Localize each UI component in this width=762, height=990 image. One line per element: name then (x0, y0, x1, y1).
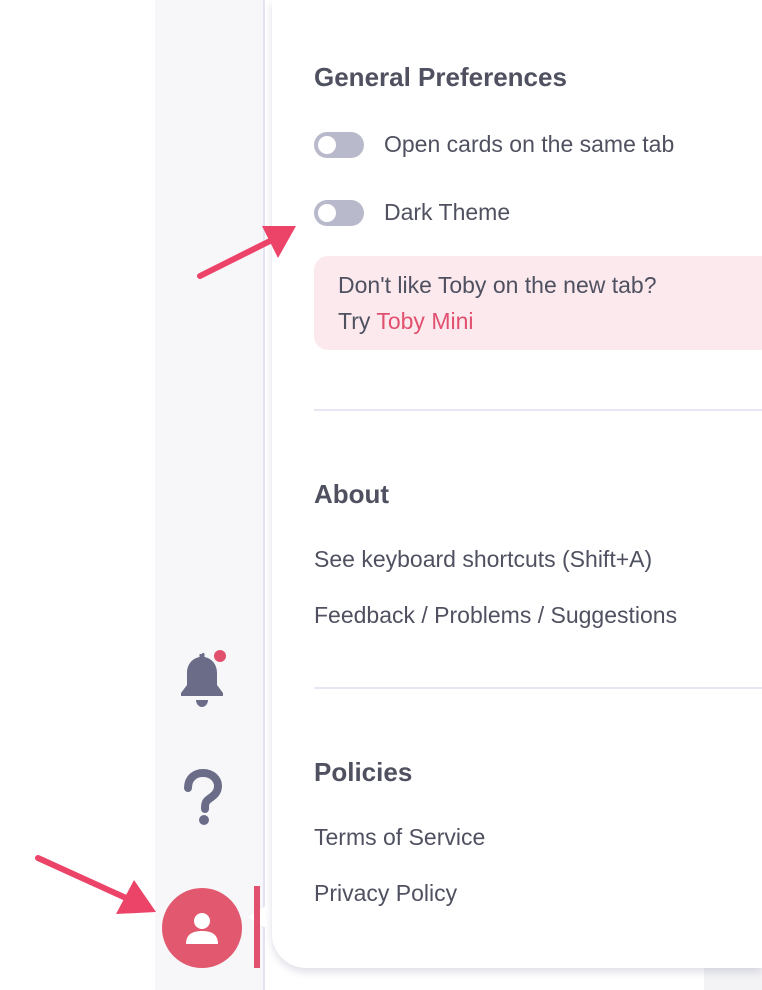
help-button[interactable] (178, 768, 228, 828)
terms-of-service-link[interactable]: Terms of Service (314, 824, 485, 851)
annotation-arrow-icon (35, 855, 156, 914)
privacy-policy-link[interactable]: Privacy Policy (314, 880, 457, 907)
divider (314, 687, 762, 689)
open-cards-label: Open cards on the same tab (384, 131, 675, 157)
toby-mini-callout: Don't like Toby on the new tab? Try Toby… (314, 256, 762, 350)
open-cards-setting: Open cards on the same tab (314, 131, 674, 158)
policies-heading: Policies (314, 757, 413, 787)
annotation-arrow-icon (197, 226, 296, 279)
general-preferences-heading: General Preferences (314, 62, 567, 92)
toggle-knob (318, 135, 336, 154)
sidebar (155, 0, 265, 990)
callout-try-text: Try (338, 308, 371, 334)
toby-mini-link[interactable]: Toby Mini (376, 308, 473, 334)
toggle-knob (318, 203, 336, 222)
panel-pointer (248, 901, 274, 933)
bell-icon (181, 650, 226, 707)
user-icon (186, 913, 218, 944)
dark-theme-label: Dark Theme (384, 199, 511, 225)
dark-theme-setting: Dark Theme (314, 199, 510, 226)
divider (314, 409, 762, 411)
active-indicator (254, 886, 260, 968)
notification-dot (214, 650, 226, 662)
open-cards-toggle[interactable] (314, 131, 364, 158)
callout-try-line: Try Toby Mini (338, 308, 474, 335)
dark-theme-toggle[interactable] (314, 199, 364, 226)
profile-button[interactable] (162, 888, 242, 968)
about-heading: About (314, 479, 390, 509)
notifications-button[interactable] (174, 648, 234, 710)
callout-text: Don't like Toby on the new tab? (338, 272, 657, 298)
question-mark-icon (184, 768, 223, 825)
feedback-link[interactable]: Feedback / Problems / Suggestions (314, 602, 677, 629)
keyboard-shortcuts-link[interactable]: See keyboard shortcuts (Shift+A) (314, 546, 652, 573)
